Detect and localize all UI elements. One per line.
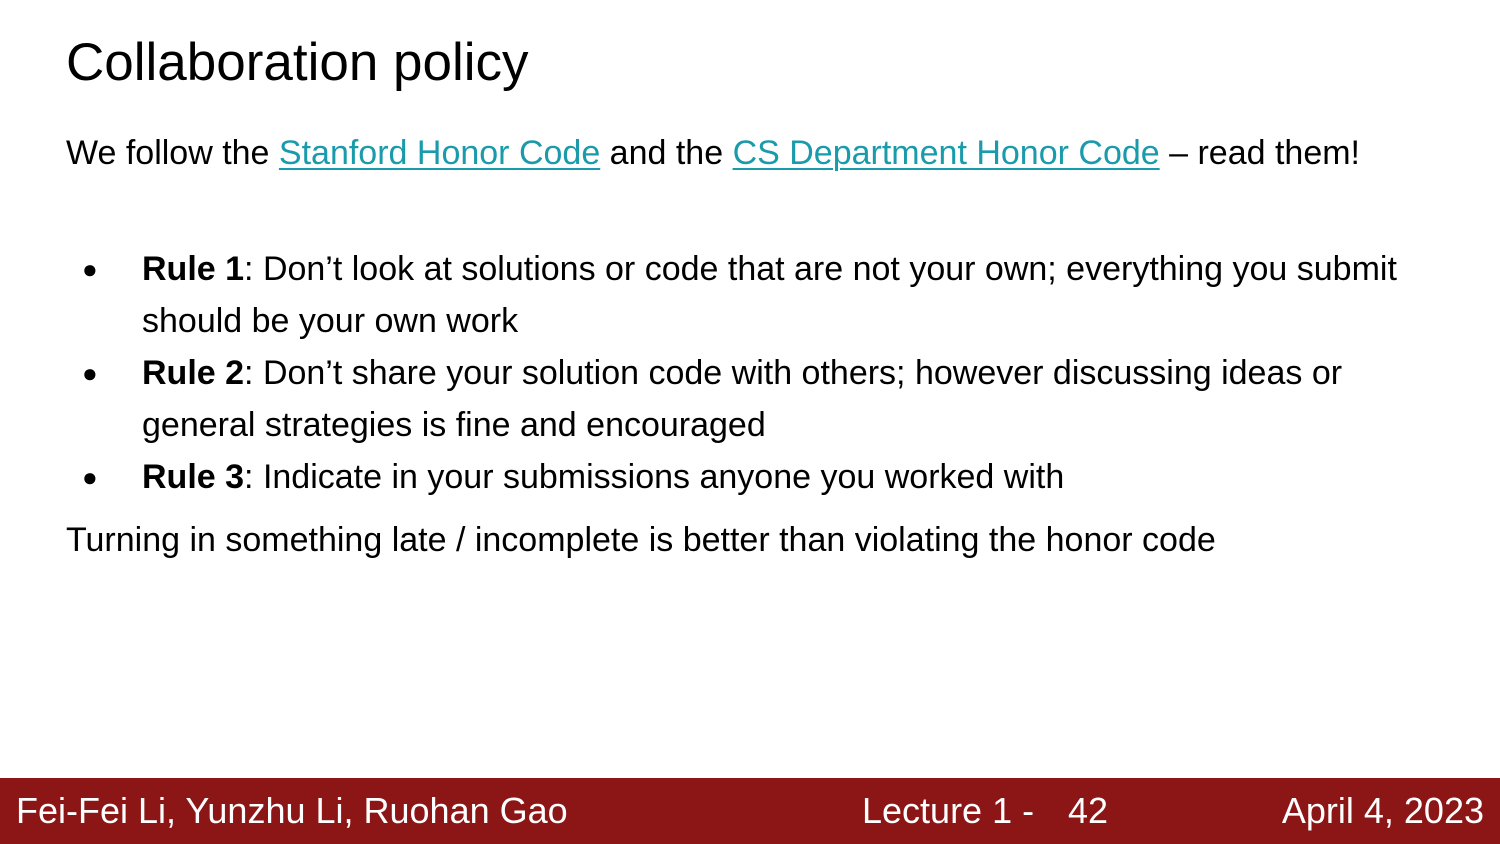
cs-department-honor-code-link[interactable]: CS Department Honor Code <box>733 134 1160 172</box>
footer-page-number: 42 <box>1068 790 1109 831</box>
rule-name: Rule 2 <box>142 354 245 392</box>
bullet-icon: ● <box>82 254 98 284</box>
footer-date: April 4, 2023 <box>1281 790 1484 831</box>
intro-suffix: – read them! <box>1159 134 1361 172</box>
rule-name: Rule 1 <box>142 250 245 288</box>
rule-item-3: ● Rule 3: Indicate in your submissions a… <box>66 451 1446 503</box>
intro-middle: and the <box>600 134 733 172</box>
closing-statement: Turning in something late / incomplete i… <box>66 521 1216 559</box>
intro-prefix: We follow the <box>66 134 279 172</box>
footer-bar: Fei-Fei Li, Yunzhu Li, Ruohan Gao Lectur… <box>0 778 1500 844</box>
bullet-icon: ● <box>82 462 98 492</box>
rule-item-2: ● Rule 2: Don’t share your solution code… <box>66 347 1446 451</box>
rule-item-1: ● Rule 1: Don’t look at solutions or cod… <box>66 243 1446 347</box>
rule-text: : Indicate in your submissions anyone yo… <box>244 458 1065 496</box>
footer-authors: Fei-Fei Li, Yunzhu Li, Ruohan Gao <box>16 790 568 831</box>
rule-text: : Don’t share your solution code with ot… <box>142 354 1343 444</box>
stanford-honor-code-link[interactable]: Stanford Honor Code <box>279 134 600 172</box>
footer-lecture: Lecture 1 - <box>862 790 1035 831</box>
bullet-icon: ● <box>82 358 98 388</box>
slide-title: Collaboration policy <box>66 33 529 92</box>
rule-name: Rule 3 <box>142 458 245 496</box>
rules-list: ● Rule 1: Don’t look at solutions or cod… <box>66 243 1446 503</box>
rule-text: : Don’t look at solutions or code that a… <box>142 250 1397 340</box>
intro-paragraph: We follow the Stanford Honor Code and th… <box>66 127 1426 179</box>
